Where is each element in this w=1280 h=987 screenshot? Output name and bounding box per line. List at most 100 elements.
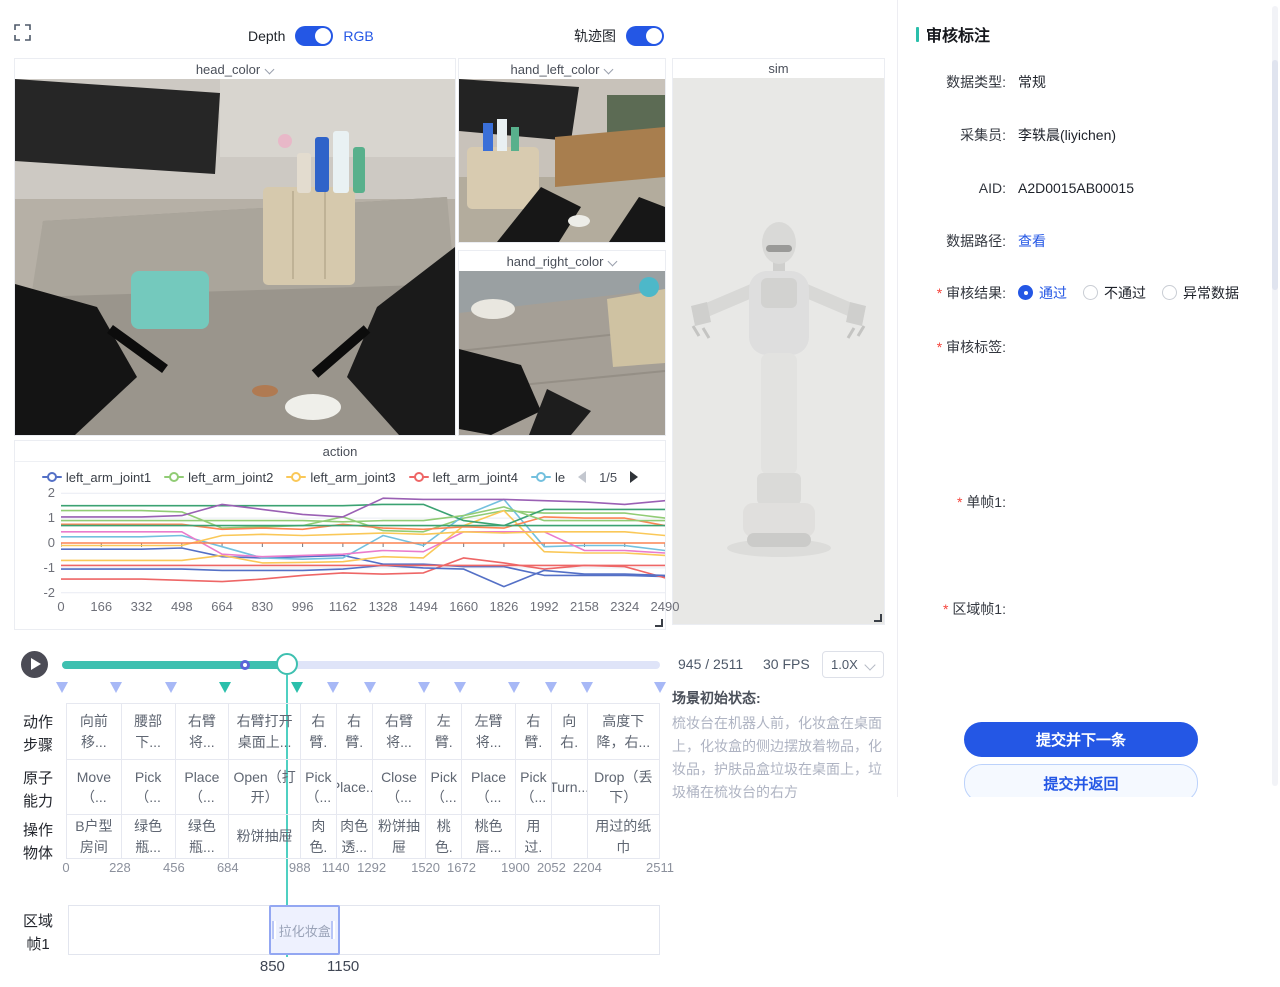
steps-cell[interactable]: 桃色唇...: [461, 815, 515, 858]
x-tick-label: 498: [171, 599, 193, 614]
step-marker-988[interactable]: [291, 682, 303, 693]
region-segment[interactable]: 拉化妆盒: [269, 905, 340, 955]
steps-cell[interactable]: 左臂.: [425, 704, 461, 759]
steps-cell[interactable]: Place（...: [175, 760, 229, 814]
steps-cell[interactable]: Close（...: [372, 760, 426, 814]
steps-cell[interactable]: Move（...: [67, 760, 121, 814]
speed-select[interactable]: 1.0X: [822, 651, 884, 678]
resize-corner-icon[interactable]: [874, 614, 882, 622]
steps-cell[interactable]: 右臂将...: [175, 704, 229, 759]
scrollbar-thumb[interactable]: [1272, 60, 1278, 290]
y-tick-label: 2: [29, 485, 55, 500]
hand-left-camera-header[interactable]: hand_left_color: [459, 59, 665, 79]
steps-cell[interactable]: Turn...: [551, 760, 587, 814]
steps-cell[interactable]: 右臂打开桌面上...: [228, 704, 300, 759]
x-tick-label: 332: [131, 599, 153, 614]
legend-item[interactable]: left_arm_joint1: [42, 470, 151, 485]
step-marker-1672[interactable]: [454, 682, 466, 693]
step-marker-1900[interactable]: [508, 682, 520, 693]
legend-next-page-icon[interactable]: [630, 471, 638, 483]
radio-fail[interactable]: 不通过: [1083, 283, 1146, 303]
play-button[interactable]: [21, 651, 48, 678]
steps-cell[interactable]: 右臂将...: [372, 704, 426, 759]
info-row-aid: AID: A2D0015AB00015: [898, 178, 1280, 198]
region-track[interactable]: 拉化妆盒: [68, 905, 660, 955]
steps-cell[interactable]: Pick（...: [300, 760, 336, 814]
x-tick-label: 1162: [329, 599, 357, 614]
fullscreen-icon[interactable]: [14, 24, 31, 41]
region-end-label: 1150: [327, 958, 359, 975]
radio-pass[interactable]: 通过: [1018, 283, 1067, 303]
steps-cell[interactable]: 高度下降，右...: [587, 704, 659, 759]
chevron-down-icon: [865, 660, 875, 670]
steps-cell[interactable]: Drop（丢下）: [587, 760, 659, 814]
resize-corner-icon[interactable]: [655, 619, 663, 627]
step-marker-456[interactable]: [165, 682, 177, 693]
steps-cell[interactable]: 右臂.: [515, 704, 551, 759]
steps-cell[interactable]: 绿色瓶...: [175, 815, 229, 858]
steps-cell[interactable]: Open（打开）: [228, 760, 300, 814]
rgb-label: RGB: [343, 28, 373, 44]
legend-item[interactable]: le: [531, 470, 565, 485]
step-marker-2511[interactable]: [654, 682, 666, 693]
steps-cell[interactable]: 肉色透...: [336, 815, 372, 858]
legend-item[interactable]: left_arm_joint3: [286, 470, 395, 485]
step-marker-0[interactable]: [56, 682, 68, 693]
radio-icon[interactable]: [1083, 285, 1098, 300]
x-tick-label: 664: [211, 599, 233, 614]
y-tick-label: 1: [29, 510, 55, 525]
data-path-view-link[interactable]: 查看: [1018, 233, 1046, 249]
steps-cell[interactable]: Place（...: [461, 760, 515, 814]
step-marker-2204[interactable]: [581, 682, 593, 693]
steps-row-label: 动作 步骤: [18, 712, 58, 757]
steps-cell[interactable]: 向前移...: [67, 704, 121, 759]
steps-cell[interactable]: 粉饼抽屉: [228, 815, 300, 858]
steps-cell[interactable]: 左臂将...: [461, 704, 515, 759]
steps-cell[interactable]: Pick（...: [425, 760, 461, 814]
steps-cell[interactable]: 肉色.: [300, 815, 336, 858]
step-marker-228[interactable]: [110, 682, 122, 693]
radio-abnormal[interactable]: 异常数据: [1162, 283, 1239, 303]
steps-cell[interactable]: B户型房间: [67, 815, 121, 858]
submit-back-button[interactable]: 提交并返回: [964, 764, 1198, 797]
playback-slider[interactable]: [62, 661, 660, 669]
submit-next-button[interactable]: 提交并下一条: [964, 722, 1198, 757]
legend-item[interactable]: left_arm_joint2: [164, 470, 273, 485]
x-tick-label: 166: [90, 599, 112, 614]
radio-selected-icon[interactable]: [1018, 285, 1033, 300]
steps-cell[interactable]: 右臂.: [336, 704, 372, 759]
steps-cell[interactable]: Place...: [336, 760, 372, 814]
playback-slider-handle[interactable]: [276, 653, 298, 675]
step-marker-2052[interactable]: [545, 682, 557, 693]
step-marker-1520[interactable]: [418, 682, 430, 693]
trajectory-toggle[interactable]: [626, 26, 664, 46]
steps-cell[interactable]: Pick（...: [121, 760, 175, 814]
depth-rgb-toggle[interactable]: [295, 26, 333, 46]
steps-cell[interactable]: 用过.: [515, 815, 551, 858]
radio-icon[interactable]: [1162, 285, 1177, 300]
hand-right-camera-header[interactable]: hand_right_color: [459, 251, 665, 271]
scene-initial-state: 场景初始状态: 梳妆台在机器人前，化妆盒在桌面上，化妆盒的侧边摆放着物品，化妆品…: [672, 688, 886, 804]
sim-robot-figure: [673, 78, 884, 624]
steps-cell[interactable]: 右臂.: [300, 704, 336, 759]
steps-cell[interactable]: 绿色瓶...: [121, 815, 175, 858]
steps-cell[interactable]: [551, 815, 587, 858]
steps-cell[interactable]: 腰部下...: [121, 704, 175, 759]
head-camera-header[interactable]: head_color: [15, 59, 455, 79]
steps-cell[interactable]: 粉饼抽屉: [372, 815, 426, 858]
step-marker-1140[interactable]: [327, 682, 339, 693]
legend-item[interactable]: left_arm_joint4: [409, 470, 518, 485]
step-marker-684[interactable]: [219, 682, 231, 693]
x-tick-label: 1992: [530, 599, 559, 614]
legend-item-label: le: [555, 470, 565, 485]
review-panel-title: 审核标注: [916, 22, 990, 46]
steps-cell[interactable]: 向右.: [551, 704, 587, 759]
steps-cell[interactable]: 桃色.: [425, 815, 461, 858]
steps-cell[interactable]: Pick（...: [515, 760, 551, 814]
legend-prev-page-icon[interactable]: [578, 471, 586, 483]
step-marker-1292[interactable]: [364, 682, 376, 693]
data-type-value: 常规: [1018, 72, 1046, 92]
steps-cell[interactable]: 用过的纸巾: [587, 815, 659, 858]
region-track-label: 区域 帧1: [18, 911, 58, 956]
frame-tick-label: 684: [217, 860, 239, 875]
